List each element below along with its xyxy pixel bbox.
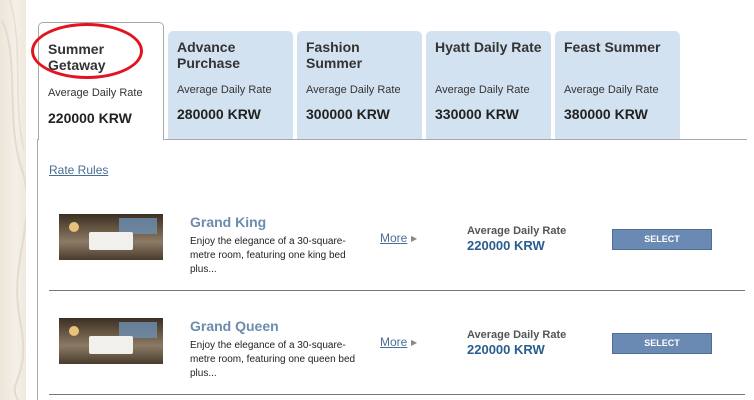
room-photo[interactable] [59, 214, 163, 260]
tab-rate-label: Average Daily Rate [48, 87, 143, 99]
tab-rate-label: Average Daily Rate [177, 84, 272, 96]
tab-rate-value: 380000 KRW [564, 106, 648, 122]
decorative-background [0, 0, 26, 400]
triangle-right-icon: ▶ [411, 338, 418, 347]
more-label: More [380, 231, 408, 245]
room-row-grand-king: Grand King Enjoy the elegance of a 30-sq… [49, 187, 745, 291]
tab-fashion-summer[interactable]: Fashion Summer Average Daily Rate 300000… [297, 31, 422, 139]
more-label: More [380, 335, 408, 349]
room-description: Enjoy the elegance of a 30-square-metre … [190, 340, 356, 379]
rate-details-panel: Rate Rules Grand King Enjoy the elegance… [37, 139, 747, 400]
select-button[interactable]: SELECT [612, 229, 712, 250]
rate-selection-page: Summer Getaway Average Daily Rate 220000… [26, 0, 754, 400]
rate-plan-tabs: Summer Getaway Average Daily Rate 220000… [31, 22, 738, 140]
room-row-grand-queen: Grand Queen Enjoy the elegance of a 30-s… [49, 291, 745, 395]
tab-feast-summer[interactable]: Feast Summer Average Daily Rate 380000 K… [555, 31, 680, 139]
tab-name: Summer Getaway [48, 41, 106, 73]
room-photo[interactable] [59, 318, 163, 364]
room-name[interactable]: Grand King [190, 214, 266, 230]
tab-rate-label: Average Daily Rate [564, 84, 659, 96]
tab-rate-label: Average Daily Rate [306, 84, 401, 96]
tab-advance-purchase[interactable]: Advance Purchase Average Daily Rate 2800… [168, 31, 293, 139]
tab-name: Fashion Summer [306, 39, 363, 71]
swirl-decoration [1, 0, 26, 400]
tab-rate-label: Average Daily Rate [435, 84, 530, 96]
tab-rate-value: 280000 KRW [177, 106, 261, 122]
room-rate-label: Average Daily Rate [467, 329, 567, 341]
room-bed [89, 232, 133, 250]
tab-rate-value: 330000 KRW [435, 106, 519, 122]
tab-name: Feast Summer [564, 39, 661, 55]
room-bed [89, 336, 133, 354]
tab-rate-value: 220000 KRW [48, 110, 132, 126]
tab-name: Advance Purchase [177, 39, 241, 71]
more-link[interactable]: More [380, 231, 407, 245]
room-lamp [69, 326, 79, 336]
triangle-right-icon: ▶ [411, 234, 418, 243]
room-rate-value: 220000 KRW [467, 238, 545, 253]
room-lamp [69, 222, 79, 232]
tab-name: Hyatt Daily Rate [435, 39, 542, 55]
more-link[interactable]: More [380, 335, 407, 349]
tab-rate-value: 300000 KRW [306, 106, 390, 122]
select-button[interactable]: SELECT [612, 333, 712, 354]
room-rate-label: Average Daily Rate [467, 225, 567, 237]
tab-hyatt-daily-rate[interactable]: Hyatt Daily Rate Average Daily Rate 3300… [426, 31, 551, 139]
room-description: Enjoy the elegance of a 30-square-metre … [190, 236, 346, 275]
room-rate-value: 220000 KRW [467, 342, 545, 357]
rate-rules-link[interactable]: Rate Rules [49, 163, 108, 177]
room-name[interactable]: Grand Queen [190, 318, 279, 334]
tab-summer-getaway[interactable]: Summer Getaway Average Daily Rate 220000… [31, 22, 164, 140]
